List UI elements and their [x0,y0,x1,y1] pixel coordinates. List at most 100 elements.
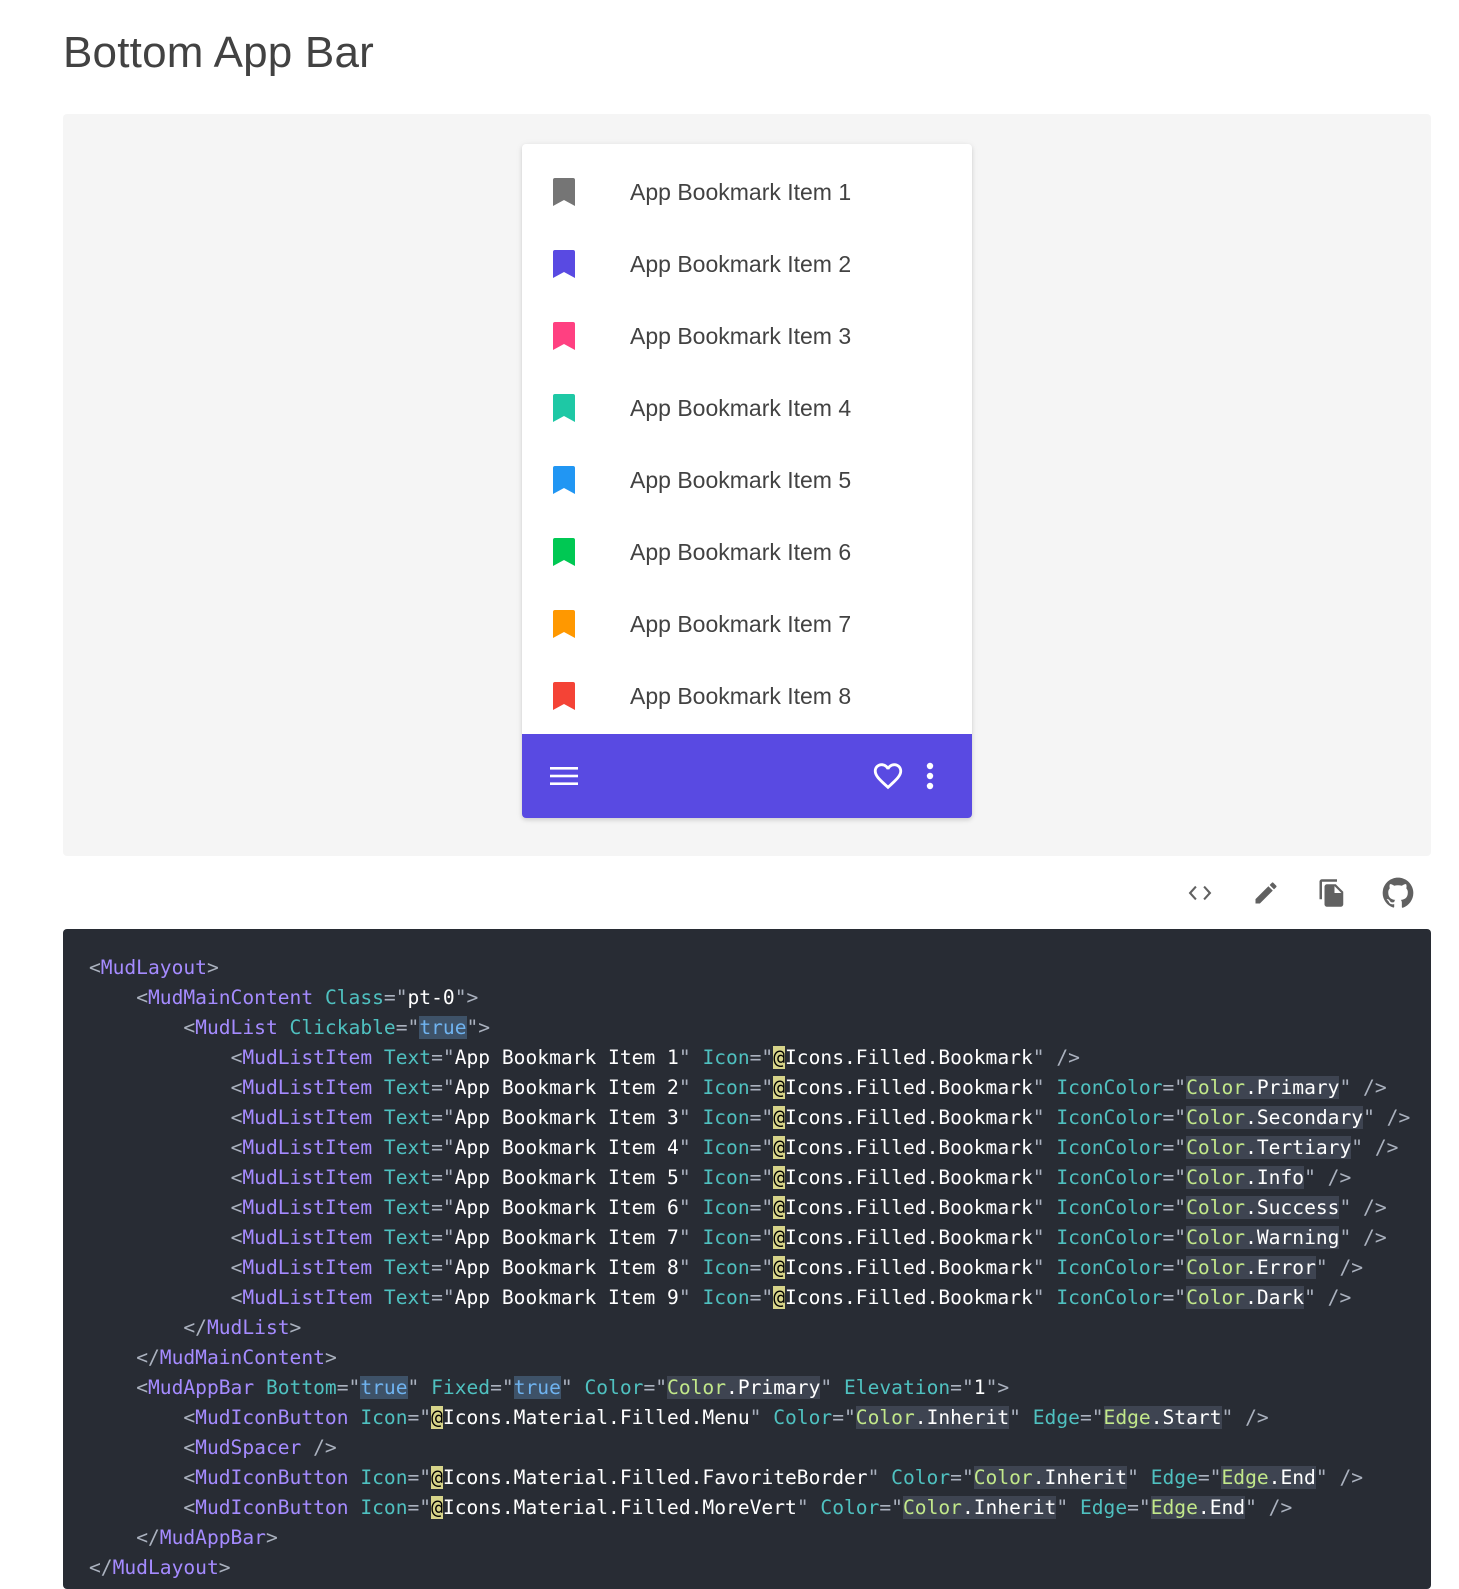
menu-button[interactable] [548,760,580,792]
list-item[interactable]: App Bookmark Item 3 [522,300,972,372]
code-token: Inherit [926,1406,1010,1429]
list-item[interactable]: App Bookmark Item 7 [522,588,972,660]
code-token: Icons.Material.Filled.MoreVert [442,1496,797,1519]
code-token: @ [773,1166,786,1189]
code-token: =" [407,1466,432,1489]
code-icon [1188,885,1212,901]
code-token: @ [431,1496,443,1519]
code-token: =" [1162,1256,1187,1279]
code-token: Clickable [289,1016,396,1039]
code-token: App Bookmark Item 1 [454,1046,679,1069]
code-token: Inherit [973,1496,1057,1519]
list-item[interactable]: App Bookmark Item 2 [522,228,972,300]
code-token: =" [395,1016,420,1039]
edit-button[interactable] [1243,870,1289,916]
code-token: Color [773,1406,833,1429]
code-token: " [1009,1406,1021,1429]
bookmark-icon [552,537,576,567]
code-token: " /> [1339,1226,1387,1249]
code-token: > [324,1346,337,1369]
list-item[interactable]: App Bookmark Item 4 [522,372,972,444]
code-token: @ [773,1286,786,1309]
code-token: < [136,1376,148,1399]
code-token: MudListItem [242,1166,373,1189]
code-token: . [1032,1466,1045,1489]
code-token: Text [383,1256,432,1279]
code-token: App Bookmark Item 4 [454,1136,679,1159]
code-token: MudMainContent [159,1346,325,1369]
code-token: MudListItem [242,1106,373,1129]
code-token: pt-0 [407,986,455,1009]
more-button[interactable] [920,760,940,792]
code-token: Icons.Filled.Bookmark [785,1256,1033,1279]
copy-button[interactable] [1309,870,1355,916]
code-token: Icon [702,1166,750,1189]
code-token: IconColor [1056,1286,1163,1309]
code-token: =" [832,1406,856,1429]
code-token: MudList [195,1016,278,1039]
code-token: Icon [360,1496,408,1519]
code-token: =" [431,1166,455,1189]
code-token: =" [950,1466,974,1489]
code-token: "> [454,986,479,1009]
code-token: > [218,1556,231,1579]
code-token: =" [431,1226,455,1249]
github-button[interactable] [1375,870,1421,916]
list-item[interactable]: App Bookmark Item 5 [522,444,972,516]
code-token: " [1032,1076,1045,1099]
list-item[interactable]: App Bookmark Item 6 [522,516,972,588]
code-token: . [1245,1256,1257,1279]
code-token: IconColor [1056,1136,1163,1159]
list-item[interactable]: App Bookmark Item 8 [522,660,972,732]
code-token: Icon [702,1076,750,1099]
code-token: =" [749,1226,774,1249]
code-token: < [230,1196,243,1219]
favorite-button[interactable] [868,756,908,796]
code-token: MudAppBar [147,1376,255,1399]
code-token: < [230,1256,243,1279]
code-token: MudListItem [242,1286,373,1309]
code-token: " [678,1136,691,1159]
code-token: MudIconButton [195,1466,349,1489]
code-token: Text [383,1046,432,1069]
code-token: IconColor [1056,1166,1163,1189]
code-token: Elevation [844,1376,951,1399]
code-token: " [678,1286,691,1309]
code-token: . [914,1406,927,1429]
code-token: Tertiary [1256,1136,1352,1159]
bookmark-icon [552,393,576,423]
code-token: =" [431,1046,455,1069]
code-token: Icon [702,1136,750,1159]
code-token: =" [1127,1496,1151,1519]
code-token: =" [879,1496,903,1519]
bookmark-icon [552,465,576,495]
code-token: </ [136,1346,160,1369]
list-item[interactable]: App Bookmark Item 1 [522,156,972,228]
code-token: " [678,1106,691,1129]
show-code-button[interactable] [1177,870,1223,916]
copy-icon [1319,879,1344,907]
code-token: =" [749,1256,774,1279]
code-token: =" [336,1376,361,1399]
code-token: < [230,1226,243,1249]
